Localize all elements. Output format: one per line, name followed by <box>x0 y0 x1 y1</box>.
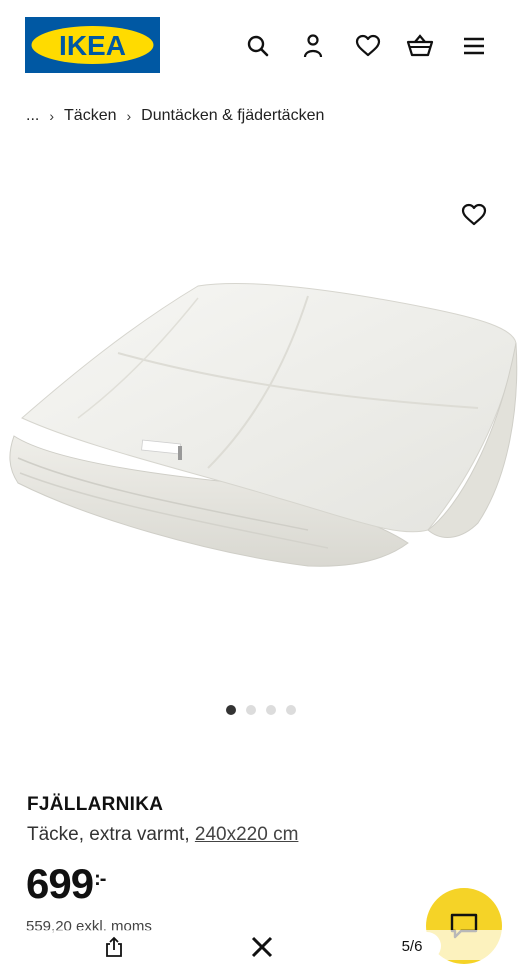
svg-text:IKEA: IKEA <box>59 30 126 61</box>
carousel-dot-4[interactable] <box>286 705 296 715</box>
ikea-logo[interactable]: IKEA <box>25 17 160 73</box>
breadcrumb: ... › Täcken › Duntäcken & fjädertäcken <box>26 107 324 125</box>
product-name: FJÄLLARNIKA <box>27 794 164 815</box>
search-icon[interactable] <box>244 32 272 60</box>
product-type: Täcke, extra varmt, <box>27 824 190 845</box>
add-to-favourites-icon[interactable] <box>459 200 489 230</box>
price-value: 699 <box>26 860 94 907</box>
breadcrumb-ellipsis[interactable]: ... <box>26 107 39 125</box>
product-image-duvet[interactable] <box>8 268 520 578</box>
cart-icon[interactable] <box>406 32 434 60</box>
user-icon[interactable] <box>299 32 327 60</box>
carousel-dot-1[interactable] <box>226 705 236 715</box>
product-description: Täcke, extra varmt, 240x220 cm <box>27 824 298 846</box>
breadcrumb-item-tacken[interactable]: Täcken <box>64 107 116 125</box>
carousel-indicator <box>226 705 296 715</box>
product-size-link[interactable]: 240x220 cm <box>195 824 299 845</box>
breadcrumb-item-duntacken[interactable]: Duntäcken & fjädertäcken <box>141 107 324 125</box>
heart-icon[interactable] <box>354 32 382 60</box>
carousel-dot-2[interactable] <box>246 705 256 715</box>
product-price: 699:- <box>26 860 106 908</box>
carousel-dot-3[interactable] <box>266 705 276 715</box>
menu-icon[interactable] <box>460 32 488 60</box>
breadcrumb-separator: › <box>49 108 55 124</box>
breadcrumb-separator: › <box>126 108 132 124</box>
share-icon[interactable] <box>103 936 125 958</box>
image-counter: 5/6 <box>383 932 441 960</box>
price-suffix: :- <box>94 868 106 890</box>
header: IKEA <box>0 0 529 90</box>
close-icon[interactable] <box>249 934 275 960</box>
